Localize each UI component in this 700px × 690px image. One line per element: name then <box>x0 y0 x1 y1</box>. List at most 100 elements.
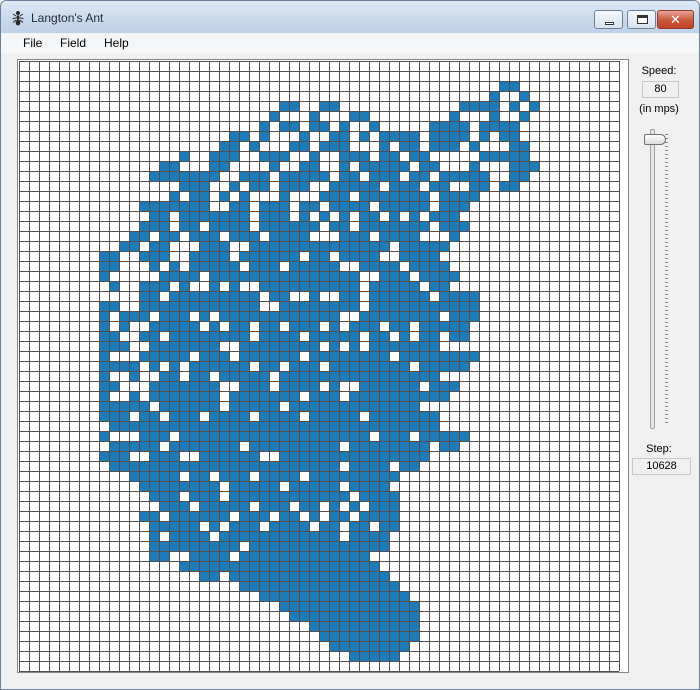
filled-cell[interactable] <box>369 581 379 591</box>
filled-cell[interactable] <box>309 571 319 581</box>
filled-cell[interactable] <box>229 331 239 341</box>
filled-cell[interactable] <box>329 461 339 471</box>
filled-cell[interactable] <box>279 151 289 161</box>
filled-cell[interactable] <box>319 521 329 531</box>
filled-cell[interactable] <box>429 311 439 321</box>
filled-cell[interactable] <box>309 391 319 401</box>
filled-cell[interactable] <box>129 231 139 241</box>
filled-cell[interactable] <box>269 441 279 451</box>
filled-cell[interactable] <box>349 551 359 561</box>
filled-cell[interactable] <box>189 341 199 351</box>
filled-cell[interactable] <box>349 271 359 281</box>
filled-cell[interactable] <box>439 181 449 191</box>
filled-cell[interactable] <box>249 231 259 241</box>
filled-cell[interactable] <box>319 421 329 431</box>
filled-cell[interactable] <box>349 601 359 611</box>
filled-cell[interactable] <box>389 581 399 591</box>
filled-cell[interactable] <box>269 111 279 121</box>
filled-cell[interactable] <box>309 471 319 481</box>
filled-cell[interactable] <box>179 331 189 341</box>
filled-cell[interactable] <box>309 451 319 461</box>
filled-cell[interactable] <box>319 371 329 381</box>
filled-cell[interactable] <box>439 221 449 231</box>
filled-cell[interactable] <box>179 401 189 411</box>
filled-cell[interactable] <box>259 531 269 541</box>
filled-cell[interactable] <box>409 631 419 641</box>
filled-cell[interactable] <box>379 441 389 451</box>
filled-cell[interactable] <box>439 121 449 131</box>
filled-cell[interactable] <box>349 451 359 461</box>
filled-cell[interactable] <box>169 491 179 501</box>
filled-cell[interactable] <box>279 171 289 181</box>
filled-cell[interactable] <box>419 151 429 161</box>
filled-cell[interactable] <box>279 511 289 521</box>
filled-cell[interactable] <box>429 341 439 351</box>
filled-cell[interactable] <box>199 251 209 261</box>
filled-cell[interactable] <box>329 471 339 481</box>
filled-cell[interactable] <box>449 171 459 181</box>
filled-cell[interactable] <box>289 271 299 281</box>
filled-cell[interactable] <box>469 351 479 361</box>
filled-cell[interactable] <box>409 601 419 611</box>
filled-cell[interactable] <box>329 481 339 491</box>
filled-cell[interactable] <box>149 541 159 551</box>
minimize-button[interactable] <box>594 10 623 29</box>
filled-cell[interactable] <box>439 261 449 271</box>
filled-cell[interactable] <box>399 311 409 321</box>
filled-cell[interactable] <box>239 171 249 181</box>
filled-cell[interactable] <box>399 141 409 151</box>
filled-cell[interactable] <box>289 351 299 361</box>
filled-cell[interactable] <box>359 511 369 521</box>
filled-cell[interactable] <box>319 121 329 131</box>
filled-cell[interactable] <box>319 241 329 251</box>
filled-cell[interactable] <box>389 311 399 321</box>
filled-cell[interactable] <box>289 381 299 391</box>
filled-cell[interactable] <box>189 181 199 191</box>
filled-cell[interactable] <box>409 371 419 381</box>
filled-cell[interactable] <box>239 471 249 481</box>
filled-cell[interactable] <box>219 441 229 451</box>
filled-cell[interactable] <box>239 551 249 561</box>
filled-cell[interactable] <box>129 461 139 471</box>
filled-cell[interactable] <box>159 521 169 531</box>
filled-cell[interactable] <box>259 201 269 211</box>
filled-cell[interactable] <box>149 171 159 181</box>
filled-cell[interactable] <box>329 201 339 211</box>
filled-cell[interactable] <box>219 301 229 311</box>
filled-cell[interactable] <box>239 291 249 301</box>
filled-cell[interactable] <box>209 291 219 301</box>
filled-cell[interactable] <box>289 431 299 441</box>
filled-cell[interactable] <box>279 451 289 461</box>
filled-cell[interactable] <box>429 121 439 131</box>
filled-cell[interactable] <box>349 321 359 331</box>
filled-cell[interactable] <box>189 471 199 481</box>
filled-cell[interactable] <box>349 361 359 371</box>
filled-cell[interactable] <box>179 291 189 301</box>
filled-cell[interactable] <box>199 191 209 201</box>
filled-cell[interactable] <box>159 271 169 281</box>
filled-cell[interactable] <box>289 241 299 251</box>
filled-cell[interactable] <box>179 531 189 541</box>
filled-cell[interactable] <box>419 431 429 441</box>
filled-cell[interactable] <box>339 161 349 171</box>
filled-cell[interactable] <box>439 241 449 251</box>
filled-cell[interactable] <box>119 451 129 461</box>
filled-cell[interactable] <box>249 251 259 261</box>
filled-cell[interactable] <box>119 441 129 451</box>
filled-cell[interactable] <box>429 351 439 361</box>
filled-cell[interactable] <box>369 611 379 621</box>
filled-cell[interactable] <box>409 351 419 361</box>
filled-cell[interactable] <box>159 161 169 171</box>
filled-cell[interactable] <box>439 201 449 211</box>
filled-cell[interactable] <box>179 281 189 291</box>
filled-cell[interactable] <box>179 381 189 391</box>
filled-cell[interactable] <box>319 401 329 411</box>
filled-cell[interactable] <box>189 211 199 221</box>
filled-cell[interactable] <box>219 191 229 201</box>
filled-cell[interactable] <box>379 581 389 591</box>
filled-cell[interactable] <box>169 311 179 321</box>
filled-cell[interactable] <box>399 431 409 441</box>
filled-cell[interactable] <box>359 491 369 501</box>
filled-cell[interactable] <box>329 531 339 541</box>
filled-cell[interactable] <box>429 241 439 251</box>
